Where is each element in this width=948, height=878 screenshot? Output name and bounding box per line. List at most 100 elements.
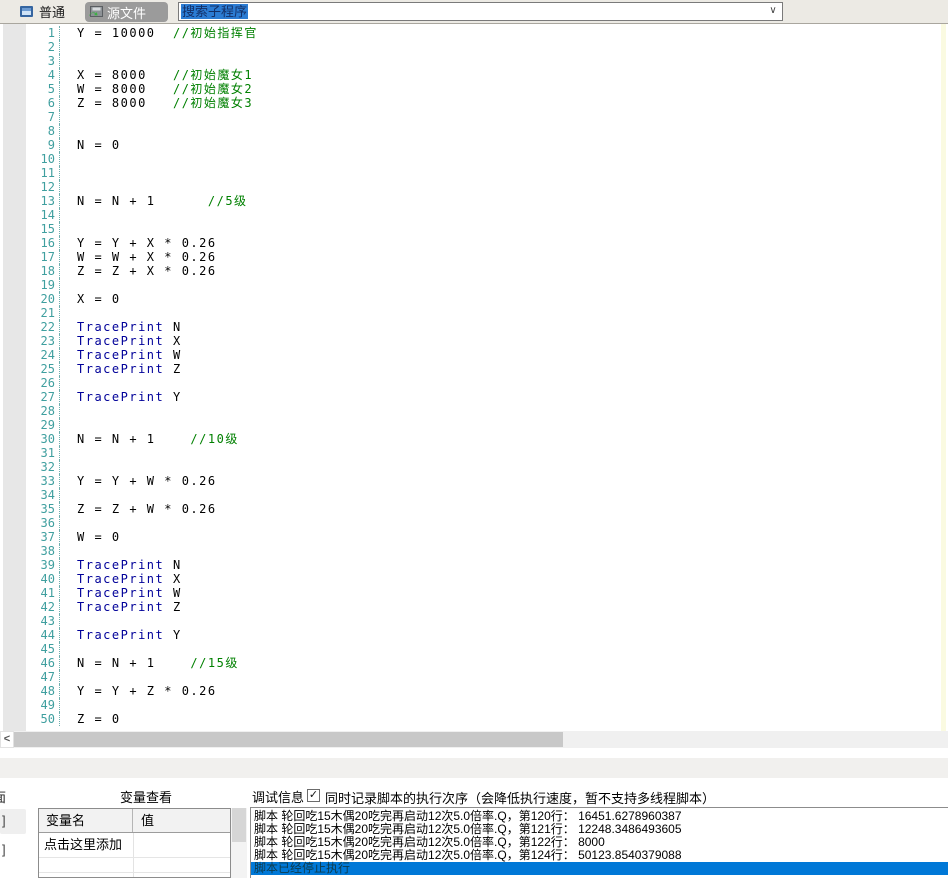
line-number: 9 [0,138,60,152]
code-line: 9 N = 0 [0,138,940,152]
line-number: 2 [0,40,60,54]
code-line: 25 TracePrint Z [0,362,940,376]
code-line: 8 [0,124,940,138]
line-number: 36 [0,516,60,530]
code-line: 32 [0,460,940,474]
line-number: 46 [0,656,60,670]
code-line: 45 [0,642,940,656]
record-execution-order-checkbox[interactable]: ✓ [307,789,320,802]
line-number: 4 [0,68,60,82]
chevron-down-icon[interactable]: ∨ [764,3,782,20]
line-number: 15 [0,222,60,236]
line-number: 37 [0,530,60,544]
debug-line[interactable]: 脚本 轮回吃15木偶20吃完再启动12次5.0倍率.Q，第124行： 50123… [251,849,948,862]
code-line: 40 TracePrint X [0,572,940,586]
column-header-value: 值 [141,813,155,828]
variable-watch-table: 变量名 值 点击这里添加 [38,808,231,878]
line-number: 42 [0,600,60,614]
line-number: 14 [0,208,60,222]
code-editor[interactable]: 1 Y = 10000 //初始指挥官 2 3 4 X = 8000 //初始魔女1 5 W … [0,24,948,731]
line-number: 25 [0,362,60,376]
line-number: 35 [0,502,60,516]
line-number: 26 [0,376,60,390]
code-line: 44 TracePrint Y [0,628,940,642]
code-line: 14 [0,208,940,222]
code-text: X = 8000 //初始魔女1 [77,68,254,82]
code-text: N = N + 1 //5级 [77,194,248,208]
code-text: TracePrint Y [77,390,182,404]
line-number: 21 [0,306,60,320]
editor-right-margin [941,24,946,731]
code-line: 16 Y = Y + X * 0.26 [0,236,940,250]
normal-mode-button[interactable]: 普通 [20,1,65,21]
search-subroutine-combobox[interactable]: 搜索子程序 ∨ [178,2,783,21]
code-text: W = W + X * 0.26 [77,250,217,264]
code-text: W = 0 [77,530,121,544]
line-number: 17 [0,250,60,264]
code-line: 31 [0,446,940,460]
horizontal-scrollbar-thumb[interactable] [14,732,563,747]
line-number: 28 [0,404,60,418]
line-number: 31 [0,446,60,460]
window-icon [20,5,33,17]
line-number: 11 [0,166,60,180]
code-line: 3 [0,54,940,68]
search-subroutine-value[interactable]: 搜索子程序 [181,4,249,19]
scroll-left-arrow-icon[interactable]: < [0,731,14,748]
variable-table-scrollbar[interactable] [231,808,247,878]
line-number: 49 [0,698,60,712]
code-text: Z = 0 [77,712,121,726]
code-line: 41 TracePrint W [0,586,940,600]
line-number: 1 [0,26,60,40]
line-number: 44 [0,628,60,642]
code-text: TracePrint Z [77,600,182,614]
code-line: 2 [0,40,940,54]
code-line: 43 [0,614,940,628]
line-number: 7 [0,110,60,124]
horizontal-scrollbar[interactable]: < [0,731,948,748]
source-file-button[interactable]: 源文件 [85,2,168,22]
code-line: 23 TracePrint X [0,334,940,348]
line-number: 13 [0,194,60,208]
column-header-variable-name: 变量名 [39,809,133,832]
cutoff-bracket-fragment: ] [2,813,6,828]
code-line: 33 Y = Y + W * 0.26 [0,474,940,488]
cutoff-bracket-fragment: ] [2,842,6,857]
code-text: TracePrint Z [77,362,182,376]
code-line: 10 [0,152,940,166]
code-line: 47 [0,670,940,684]
variable-table-scrollbar-thumb[interactable] [232,808,246,842]
code-line: 17 W = W + X * 0.26 [0,250,940,264]
code-text: N = N + 1 //15级 [77,656,239,670]
line-number: 16 [0,236,60,250]
code-line: 35 Z = Z + W * 0.26 [0,502,940,516]
line-number: 5 [0,82,60,96]
line-number: 8 [0,124,60,138]
add-variable-row[interactable]: 点击这里添加 [39,833,230,857]
code-line: 15 [0,222,940,236]
line-number: 45 [0,642,60,656]
line-number: 32 [0,460,60,474]
line-number: 47 [0,670,60,684]
code-text: Y = 10000 //初始指挥官 [77,26,258,40]
source-file-icon [89,5,103,19]
code-lines: 1 Y = 10000 //初始指挥官 2 3 4 X = 8000 //初始魔女1 5 W … [0,26,940,726]
code-line: 46 N = N + 1 //15级 [0,656,940,670]
line-number: 29 [0,418,60,432]
code-line: 24 TracePrint W [0,348,940,362]
debug-line-selected[interactable]: 脚本已经停止执行 [251,862,948,875]
code-line: 37 W = 0 [0,530,940,544]
line-number: 18 [0,264,60,278]
splitter-band [0,758,948,778]
